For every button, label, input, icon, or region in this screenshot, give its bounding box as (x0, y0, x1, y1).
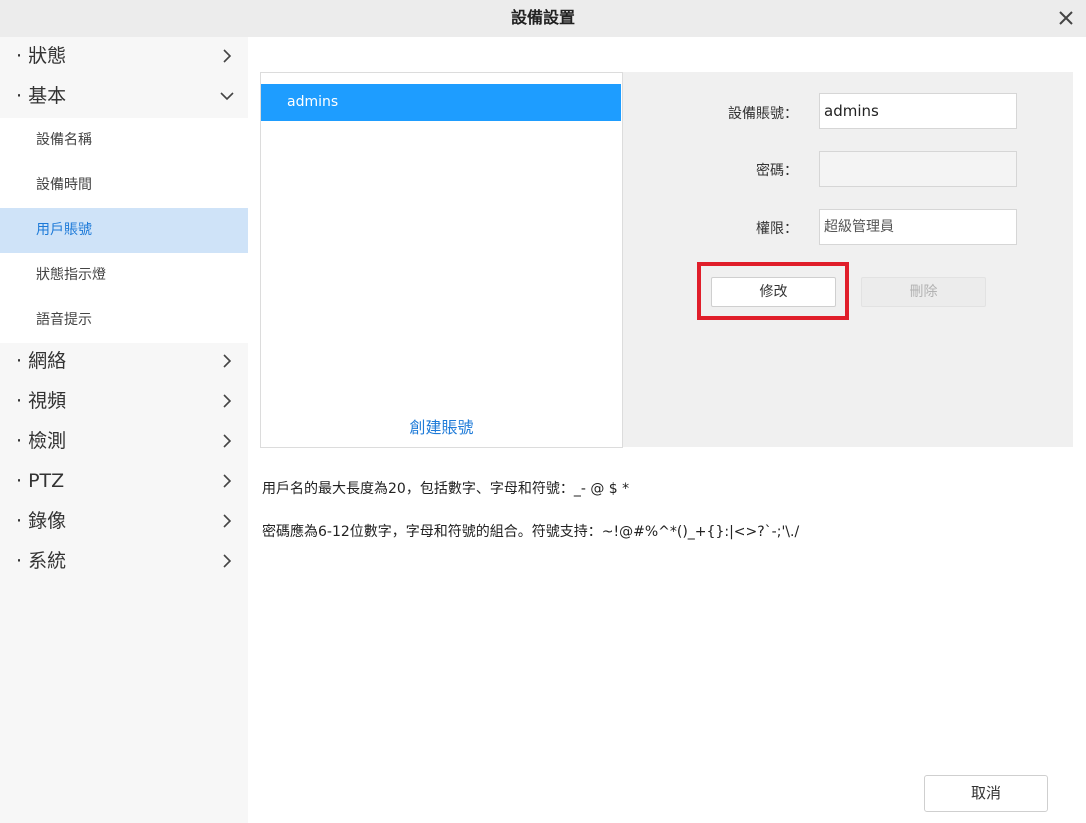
chevron-right-icon (223, 49, 232, 63)
nav-basic[interactable]: · 基本 (0, 77, 248, 117)
nav-video-label: · 視頻 (16, 390, 67, 412)
chevron-right-icon (223, 514, 232, 528)
password-label: 密碼： (756, 163, 798, 179)
chevron-right-icon (223, 354, 232, 368)
chevron-right-icon (223, 554, 232, 568)
password-rule-note: 密碼應為6-12位數字，字母和符號的組合。符號支持：~!@#%^*()_+{}:… (262, 524, 800, 540)
sub-device-name[interactable]: 設備名稱 (0, 118, 248, 163)
account-field[interactable]: admins (819, 93, 1017, 129)
nav-status[interactable]: · 狀態 (0, 37, 248, 77)
nav-recording[interactable]: · 錄像 (0, 502, 248, 542)
chevron-right-icon (223, 394, 232, 408)
chevron-down-icon (220, 92, 234, 101)
account-detail-panel: 設備賬號： admins 密碼： 權限： 超級管理員 修改 刪除 (623, 72, 1073, 447)
account-list: admins (260, 72, 623, 412)
sub-status-light-label: 狀態指示燈 (36, 267, 106, 283)
sub-voice-prompt-label: 語音提示 (36, 312, 92, 328)
sub-device-time[interactable]: 設備時間 (0, 163, 248, 208)
nav-ptz[interactable]: · PTZ (0, 462, 248, 502)
nav-status-label: · 狀態 (16, 45, 67, 67)
account-name: admins (287, 94, 339, 110)
sub-device-time-label: 設備時間 (36, 177, 92, 193)
sub-user-account-label: 用戶賬號 (36, 222, 92, 238)
list-item[interactable]: admins (261, 84, 621, 121)
nav-recording-label: · 錄像 (16, 510, 67, 532)
nav-system[interactable]: · 系統 (0, 542, 248, 582)
basic-submenu: 設備名稱 設備時間 用戶賬號 狀態指示燈 語音提示 (0, 118, 248, 343)
username-rule-note: 用戶名的最大長度為20，包括數字、字母和符號：_- @ $ * (262, 481, 630, 497)
password-field[interactable] (819, 151, 1017, 187)
nav-network[interactable]: · 網絡 (0, 342, 248, 382)
nav-detection[interactable]: · 檢測 (0, 422, 248, 462)
chevron-right-icon (223, 474, 232, 488)
account-label: 設備賬號： (728, 106, 798, 122)
close-icon[interactable] (1056, 8, 1076, 28)
sub-status-light[interactable]: 狀態指示燈 (0, 253, 248, 298)
nav-ptz-label: · PTZ (16, 470, 65, 492)
sidebar: · 狀態 · 基本 設備名稱 設備時間 用戶賬號 狀態指示燈 語音提示 · 網絡… (0, 37, 248, 823)
sub-voice-prompt[interactable]: 語音提示 (0, 298, 248, 343)
cancel-button[interactable]: 取消 (924, 775, 1048, 812)
sub-device-name-label: 設備名稱 (36, 132, 92, 148)
nav-basic-label: · 基本 (16, 85, 67, 107)
nav-video[interactable]: · 視頻 (0, 382, 248, 422)
sub-user-account[interactable]: 用戶賬號 (0, 208, 248, 253)
nav-detection-label: · 檢測 (16, 430, 67, 452)
chevron-right-icon (223, 434, 232, 448)
permission-label: 權限： (756, 221, 798, 237)
title-bar: 設備設置 (0, 0, 1086, 37)
nav-system-label: · 系統 (16, 550, 67, 572)
window-title: 設備設置 (510, 8, 575, 27)
permission-field[interactable]: 超級管理員 (819, 209, 1017, 245)
modify-button[interactable]: 修改 (711, 277, 836, 307)
nav-network-label: · 網絡 (16, 350, 67, 372)
delete-button[interactable]: 刪除 (861, 277, 986, 307)
create-account-button[interactable]: 創建賬號 (260, 410, 623, 448)
